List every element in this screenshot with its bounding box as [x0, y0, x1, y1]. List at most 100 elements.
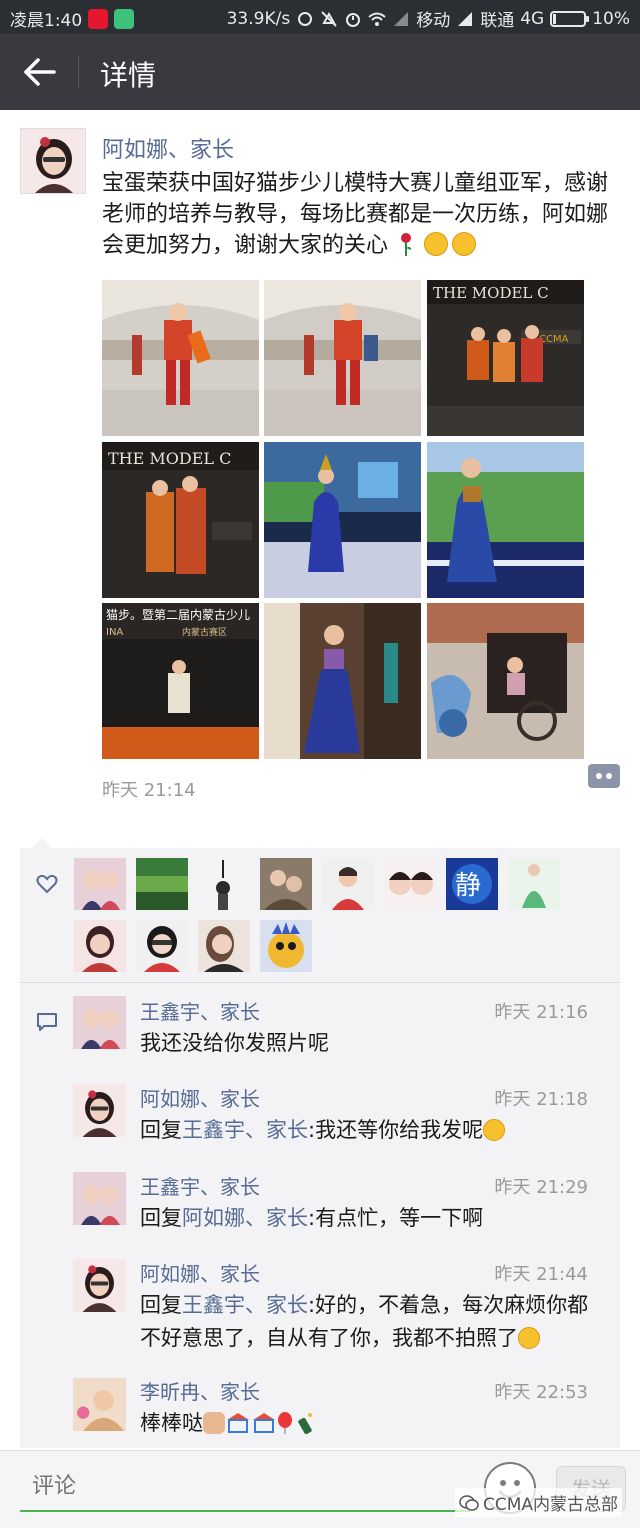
reply-to-name[interactable]: 阿如娜、家长	[182, 1206, 308, 1230]
comment-text[interactable]: 回复王鑫宇、家长:我还等你给我发呢	[140, 1114, 600, 1147]
wechat-icon	[459, 1494, 479, 1511]
photo-9[interactable]	[427, 603, 584, 759]
like-avatar[interactable]	[508, 858, 560, 910]
comment-avatar[interactable]	[73, 1259, 126, 1312]
comment-text[interactable]: 回复阿如娜、家长:有点忙，等一下啊	[140, 1202, 600, 1235]
comment-author[interactable]: 阿如娜、家长	[140, 1258, 260, 1287]
carousel-icon	[227, 1413, 249, 1433]
dot-icon	[606, 773, 612, 779]
signal-icon	[458, 11, 473, 26]
comment-avatar[interactable]	[73, 1172, 126, 1225]
more-actions-button[interactable]	[588, 764, 620, 788]
sync-icon	[298, 11, 313, 26]
status-bar: 凌晨1:40 33.9K/s 移动 联通 4G 10%	[0, 0, 640, 34]
comment-input-wrapper	[20, 1462, 470, 1512]
like-avatar[interactable]	[136, 920, 188, 972]
comment-text[interactable]: 我还没给你发照片呢	[140, 1027, 600, 1060]
photo-8[interactable]	[264, 603, 421, 759]
alarm-icon	[346, 12, 361, 27]
svg-text:静: 静	[455, 871, 481, 901]
post-author-name[interactable]: 阿如娜、家长	[102, 132, 234, 164]
panel-notch	[32, 838, 52, 848]
like-avatar[interactable]	[260, 920, 312, 972]
photo-grid: THE MODEL C CCMA THE MODEL C 猫步。暨第二届内蒙古少…	[102, 280, 584, 759]
reply-prefix: 回复	[140, 1118, 182, 1142]
like-avatar[interactable]	[74, 858, 126, 910]
watermark: CCMA内蒙古总部	[454, 1488, 622, 1517]
rose-icon	[401, 233, 412, 256]
photo-7[interactable]: 猫步。暨第二届内蒙古少儿 INA 内蒙古赛区	[102, 603, 259, 759]
title-divider	[78, 56, 79, 88]
photo-5[interactable]	[264, 442, 421, 598]
dot-icon	[596, 773, 602, 779]
comment-body: 棒棒哒	[140, 1411, 203, 1435]
comment-avatar[interactable]	[73, 1084, 126, 1137]
net-speed: 33.9K/s	[226, 8, 291, 29]
photo-2[interactable]	[264, 280, 421, 436]
post-time: 昨天 21:14	[102, 780, 196, 801]
photo-6[interactable]	[427, 442, 584, 598]
comment-body: :我还等你给我发呢	[308, 1118, 484, 1142]
reply-to-name[interactable]: 王鑫宇、家长	[182, 1293, 308, 1317]
reply-prefix: 回复	[140, 1293, 182, 1317]
like-avatar[interactable]	[136, 858, 188, 910]
banner-text-model: THE MODEL C	[433, 284, 549, 302]
comment-input[interactable]	[20, 1462, 470, 1510]
watermark-text: CCMA内蒙古总部	[482, 1495, 618, 1515]
kiss-face-icon	[452, 232, 477, 256]
carousel-icon	[253, 1413, 275, 1433]
post-body: 宝蛋荣获中国好猫步少儿模特大赛儿童组亚军，感谢老师的培养与教导，每场比赛都是一次…	[102, 171, 609, 258]
banner-text-region: 内蒙古赛区	[182, 626, 227, 638]
likes-comments-divider	[20, 982, 620, 983]
comment-avatar[interactable]	[73, 996, 126, 1049]
banner-text-contest: 猫步。暨第二届内蒙古少儿	[106, 607, 250, 622]
photo-3[interactable]: THE MODEL C CCMA	[427, 280, 584, 436]
reply-prefix: 回复	[140, 1206, 182, 1230]
author-avatar[interactable]	[20, 128, 86, 194]
kiss-face-icon	[424, 232, 449, 256]
page-title: 详情	[100, 59, 157, 92]
wifi-icon	[368, 12, 386, 26]
comment-text[interactable]: 棒棒哒	[140, 1407, 600, 1440]
like-avatar[interactable]	[384, 858, 436, 910]
like-avatar[interactable]	[322, 858, 374, 910]
carrier-2: 联通	[480, 11, 515, 31]
banner-text-ina: INA	[106, 627, 123, 638]
battery-percent: 10%	[592, 8, 630, 29]
like-avatar[interactable]	[198, 858, 250, 910]
photo-1[interactable]	[102, 280, 259, 436]
comment-text[interactable]: 回复王鑫宇、家长:好的，不着急，每次麻烦你都不好意思了，自从有了你，我都不拍照了	[140, 1289, 600, 1355]
reply-to-name[interactable]: 王鑫宇、家长	[182, 1118, 308, 1142]
comment-time: 昨天 22:53	[494, 1382, 588, 1403]
thumbs-up-icon	[203, 1412, 225, 1434]
battery-icon	[550, 10, 590, 27]
network-type: 4G	[520, 8, 545, 29]
title-bar: 详情	[0, 34, 640, 110]
mute-icon	[321, 10, 337, 27]
like-avatar[interactable]	[74, 920, 126, 972]
sponsor-text: CCMA	[539, 334, 569, 345]
balloon-icon	[278, 1412, 292, 1434]
comment-author[interactable]: 王鑫宇、家长	[140, 1171, 260, 1200]
comment-author[interactable]: 阿如娜、家长	[140, 1083, 260, 1112]
comment-time: 昨天 21:18	[494, 1089, 588, 1110]
comment-body: :有点忙，等一下啊	[308, 1206, 484, 1230]
comment-avatar[interactable]	[73, 1378, 126, 1431]
thinking-face-icon	[483, 1119, 506, 1141]
comment-author[interactable]: 王鑫宇、家长	[140, 996, 260, 1025]
photo-4[interactable]: THE MODEL C	[102, 442, 259, 598]
meituan-icon	[114, 8, 135, 29]
thinking-face-icon	[518, 1327, 540, 1349]
post-text: 宝蛋荣获中国好猫步少儿模特大赛儿童组亚军，感谢老师的培养与教导，每场比赛都是一次…	[102, 168, 612, 261]
comment-time: 昨天 21:44	[494, 1264, 588, 1285]
champagne-icon	[298, 1413, 312, 1434]
like-avatar[interactable]	[198, 920, 250, 972]
back-arrow-icon[interactable]	[20, 54, 60, 90]
carrier-1: 移动	[416, 11, 451, 31]
status-time: 凌晨1:40	[10, 11, 83, 31]
like-avatar[interactable]	[260, 858, 312, 910]
like-avatar[interactable]: 静	[446, 858, 498, 910]
banner-text-model-2: THE MODEL C	[108, 449, 231, 468]
comment-author[interactable]: 李昕冉、家长	[140, 1376, 260, 1405]
signal-icon	[394, 11, 409, 26]
